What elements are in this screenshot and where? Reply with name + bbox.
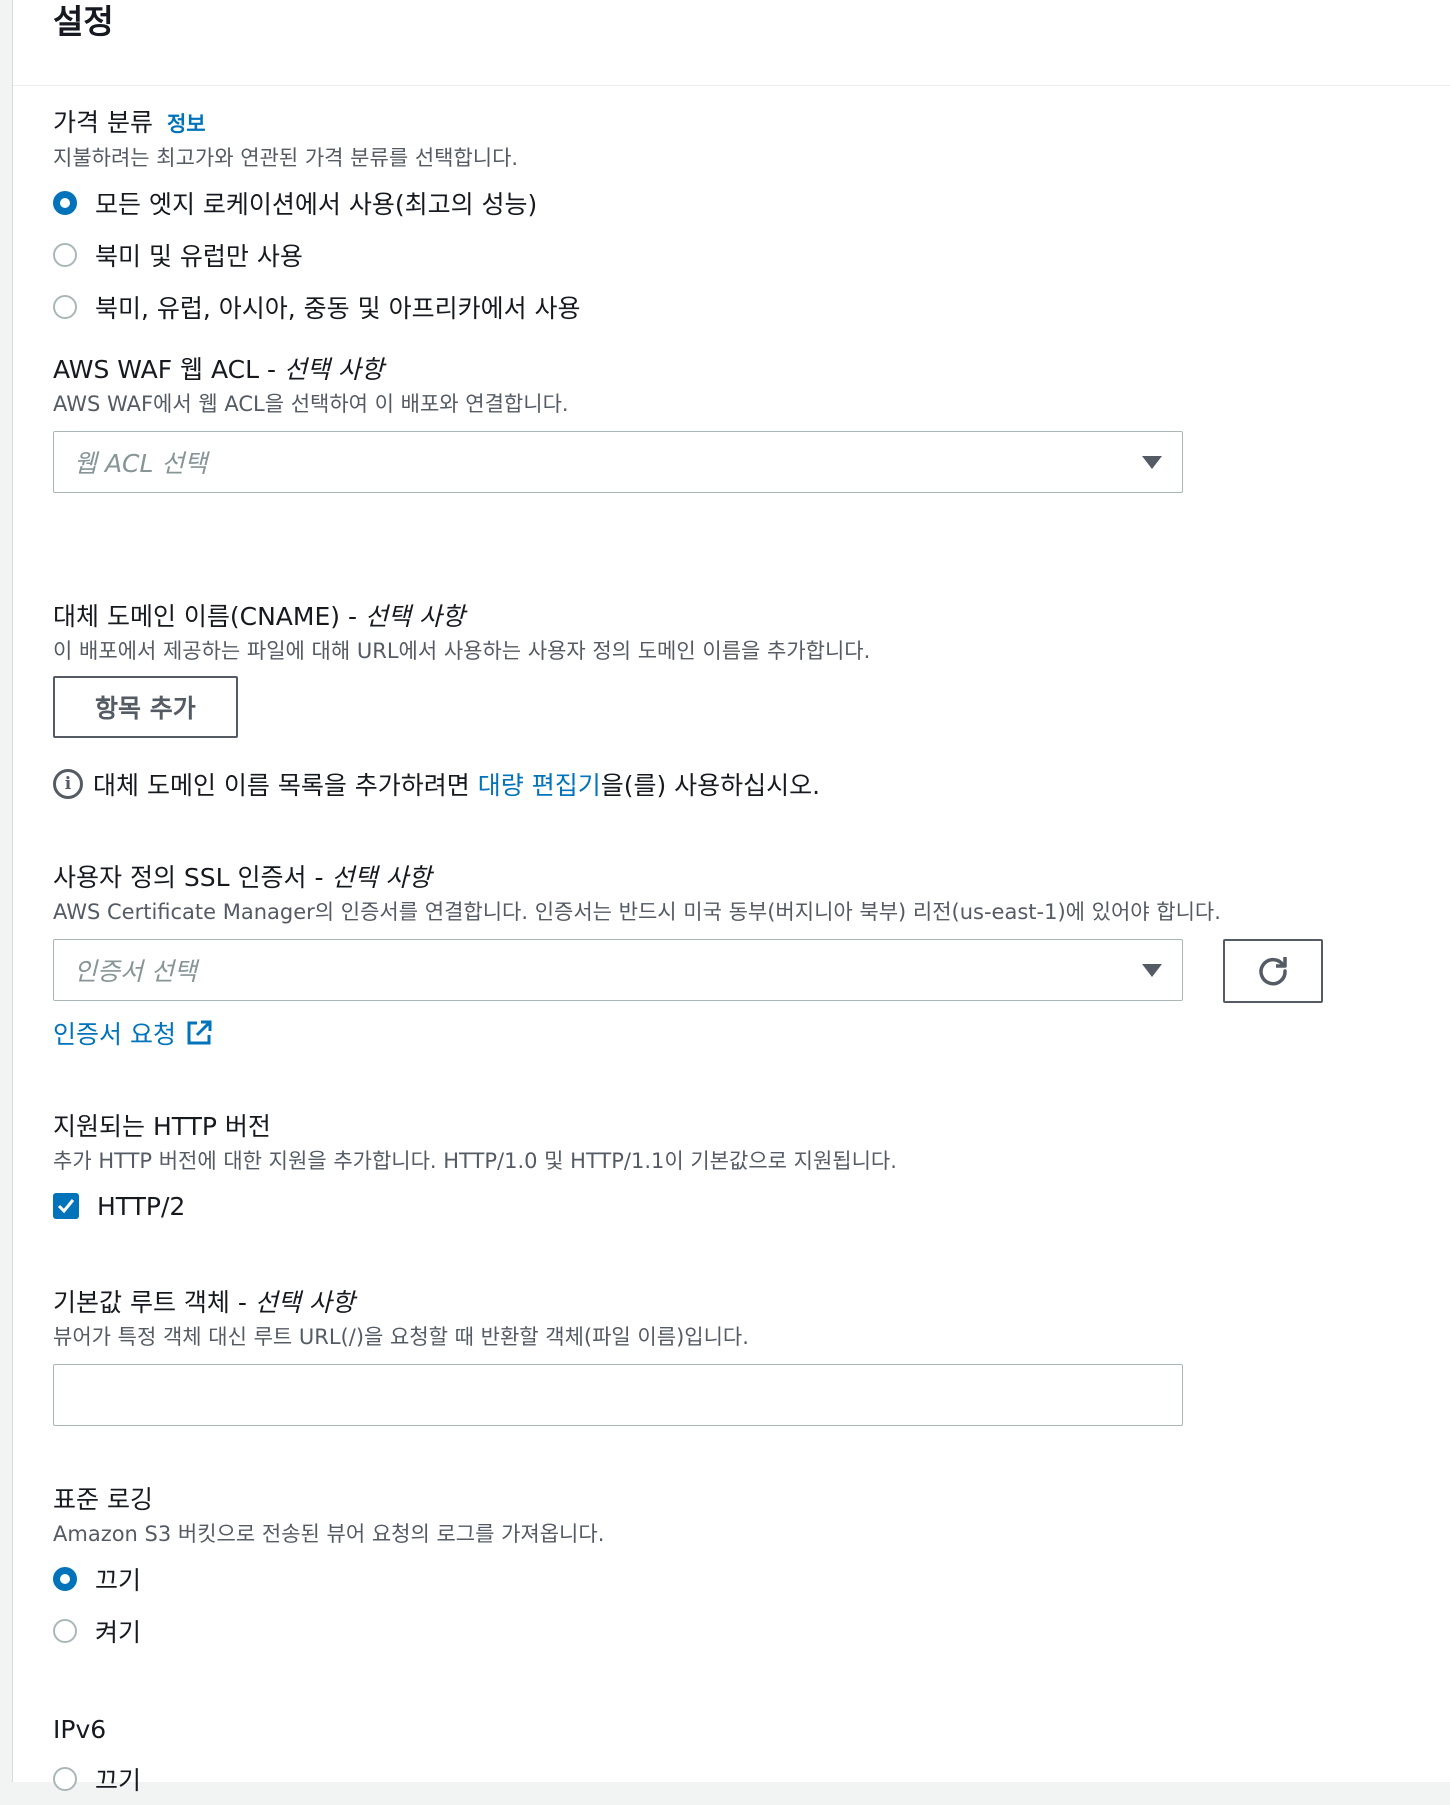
root-object-label: 기본값 루트 객체 - 선택 사항 <box>53 1288 355 1317</box>
request-certificate-link[interactable]: 인증서 요청 <box>53 1015 1353 1051</box>
http-version-description: 추가 HTTP 버전에 대한 지원을 추가합니다. HTTP/1.0 및 HTT… <box>53 1149 897 1173</box>
caret-down-icon <box>1142 455 1162 469</box>
logging-description: Amazon S3 버킷으로 전송된 뷰어 요청의 로그를 가져옵니다. <box>53 1522 605 1546</box>
radio-icon[interactable] <box>53 1619 77 1643</box>
root-object-input[interactable] <box>53 1364 1183 1426</box>
root-object-section: 기본값 루트 객체 - 선택 사항 뷰어가 특정 객체 대신 루트 URL(/)… <box>53 1286 1353 1426</box>
http2-option[interactable]: HTTP/2 <box>53 1180 1353 1232</box>
page-title: 설정 <box>53 2 114 41</box>
certificate-placeholder: 인증서 선택 <box>74 957 197 986</box>
ssl-label: 사용자 정의 SSL 인증서 - 선택 사항 <box>53 863 432 892</box>
refresh-button[interactable] <box>1223 939 1323 1003</box>
logging-section: 표준 로깅 Amazon S3 버킷으로 전송된 뷰어 요청의 로그를 가져옵니… <box>53 1483 1353 1657</box>
price-class-section: 가격 분류 정보 지불하려는 최고가와 연관된 가격 분류를 선택합니다. 모든 … <box>53 106 1353 333</box>
logging-label: 표준 로깅 <box>53 1485 153 1514</box>
check-icon <box>57 1199 75 1214</box>
panel-header: 설정 <box>13 0 1450 86</box>
ipv6-label: IPv6 <box>53 1715 107 1744</box>
info-icon: i <box>53 769 83 799</box>
cname-section: 대체 도메인 이름(CNAME) - 선택 사항 이 배포에서 제공하는 파일에… <box>53 600 1353 802</box>
waf-section: AWS WAF 웹 ACL - 선택 사항 AWS WAF에서 웹 ACL을 선… <box>53 353 1353 493</box>
logging-option-on[interactable]: 켜기 <box>53 1605 1353 1657</box>
ssl-section: 사용자 정의 SSL 인증서 - 선택 사항 AWS Certificate M… <box>53 861 1353 1051</box>
root-object-description: 뷰어가 특정 객체 대신 루트 URL(/)을 요청할 때 반환할 객체(파일 … <box>53 1325 749 1349</box>
refresh-icon <box>1259 957 1287 986</box>
radio-icon[interactable] <box>53 243 77 267</box>
cname-note: i 대체 도메인 이름 목록을 추가하려면 대량 편집기 을(를) 사용하십시오. <box>53 766 1353 802</box>
radio-selected-icon[interactable] <box>53 191 77 215</box>
price-class-description: 지불하려는 최고가와 연관된 가격 분류를 선택합니다. <box>53 146 519 170</box>
ipv6-section: IPv6 끄기 <box>53 1713 1353 1805</box>
radio-selected-icon[interactable] <box>53 1567 77 1591</box>
waf-label: AWS WAF 웹 ACL - 선택 사항 <box>53 355 384 384</box>
radio-icon[interactable] <box>53 295 77 319</box>
ssl-select-row: 인증서 선택 <box>53 939 1353 1003</box>
checkbox-checked-icon[interactable] <box>53 1193 79 1219</box>
price-class-option-na-eu[interactable]: 북미 및 유럽만 사용 <box>53 229 1353 281</box>
price-class-option-all[interactable]: 모든 엣지 로케이션에서 사용(최고의 성능) <box>53 177 1353 229</box>
settings-panel: 설정 가격 분류 정보 지불하려는 최고가와 연관된 가격 분류를 선택합니다. … <box>12 0 1450 1795</box>
add-item-button[interactable]: 항목 추가 <box>53 676 238 738</box>
waf-acl-placeholder: 웹 ACL 선택 <box>74 449 208 478</box>
http-version-label: 지원되는 HTTP 버전 <box>53 1112 271 1141</box>
cname-description: 이 배포에서 제공하는 파일에 대해 URL에서 사용하는 사용자 정의 도메인… <box>53 639 871 663</box>
waf-acl-select[interactable]: 웹 ACL 선택 <box>53 431 1183 493</box>
price-class-option-na-eu-asia[interactable]: 북미, 유럽, 아시아, 중동 및 아프리카에서 사용 <box>53 281 1353 333</box>
radio-icon[interactable] <box>53 1767 77 1791</box>
waf-description: AWS WAF에서 웹 ACL을 선택하여 이 배포와 연결합니다. <box>53 392 569 416</box>
certificate-select[interactable]: 인증서 선택 <box>53 939 1183 1001</box>
info-link[interactable]: 정보 <box>167 112 206 136</box>
bulk-editor-link[interactable]: 대량 편집기 <box>478 766 601 802</box>
external-link-icon <box>187 1020 212 1045</box>
ssl-description: AWS Certificate Manager의 인증서를 연결합니다. 인증서… <box>53 900 1221 924</box>
caret-down-icon <box>1142 963 1162 977</box>
ipv6-option-off[interactable]: 끄기 <box>53 1753 1353 1805</box>
http-version-section: 지원되는 HTTP 버전 추가 HTTP 버전에 대한 지원을 추가합니다. H… <box>53 1110 1353 1232</box>
price-class-label: 가격 분류 정보 <box>53 108 206 137</box>
logging-option-off[interactable]: 끄기 <box>53 1553 1353 1605</box>
cname-label: 대체 도메인 이름(CNAME) - 선택 사항 <box>53 602 465 631</box>
